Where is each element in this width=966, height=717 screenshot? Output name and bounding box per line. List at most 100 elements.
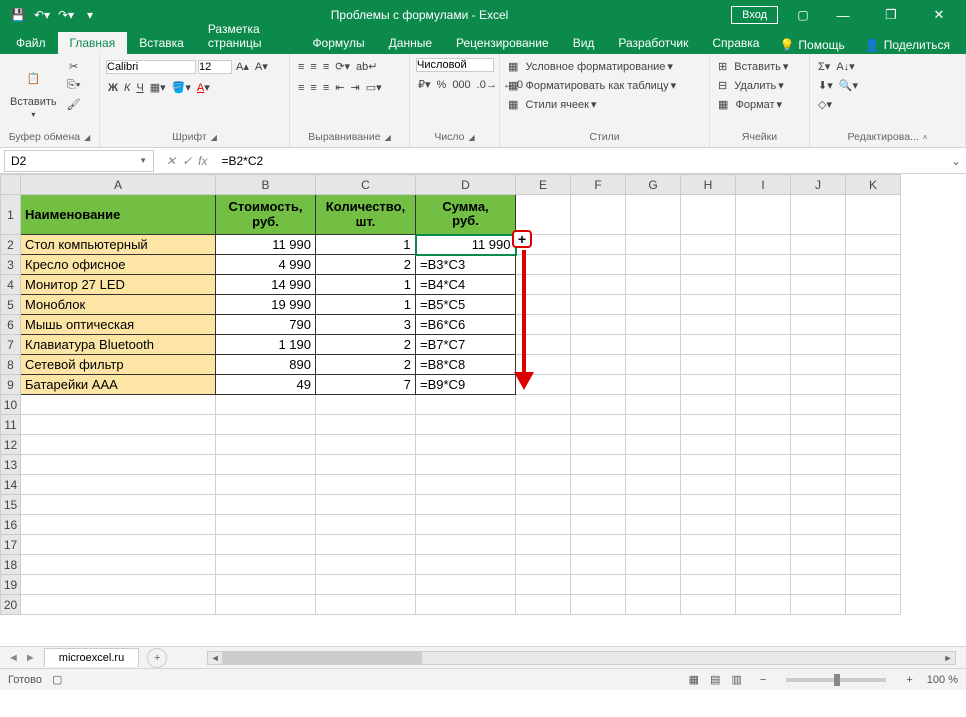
cell-A18[interactable]	[21, 555, 216, 575]
cell-E13[interactable]	[516, 455, 571, 475]
cell-F18[interactable]	[571, 555, 626, 575]
cell-G2[interactable]	[626, 235, 681, 255]
cell-A1[interactable]: Наименование	[21, 195, 216, 235]
cell-A8[interactable]: Сетевой фильтр	[21, 355, 216, 375]
cell-A7[interactable]: Клавиатура Bluetooth	[21, 335, 216, 355]
paste-button[interactable]: 📋 Вставить ▾	[6, 58, 61, 123]
cell-C6[interactable]: 3	[316, 315, 416, 335]
cell-A3[interactable]: Кресло офисное	[21, 255, 216, 275]
conditional-formatting-button[interactable]: ▦ Условное форматирование▾	[506, 58, 675, 75]
align-left-icon[interactable]: ≡	[296, 80, 306, 96]
cell-H1[interactable]	[681, 195, 736, 235]
cell-J5[interactable]	[791, 295, 846, 315]
cell-C12[interactable]	[316, 435, 416, 455]
row-header-3[interactable]: 3	[1, 255, 21, 275]
cell-B13[interactable]	[216, 455, 316, 475]
indent-left-icon[interactable]: ⇤	[333, 79, 346, 96]
ribbon-options-icon[interactable]: ▢	[788, 0, 818, 30]
qat-customize-icon[interactable]: ▾	[80, 5, 100, 25]
cell-B2[interactable]: 11 990	[216, 235, 316, 255]
cut-icon[interactable]: ✂	[65, 58, 83, 75]
sheet-nav-next-icon[interactable]: ►	[23, 652, 38, 664]
fx-icon[interactable]: fx	[198, 154, 207, 168]
cell-E15[interactable]	[516, 495, 571, 515]
scroll-thumb[interactable]	[222, 652, 422, 664]
cell-J4[interactable]	[791, 275, 846, 295]
cell-A15[interactable]	[21, 495, 216, 515]
cell-C10[interactable]	[316, 395, 416, 415]
scroll-right-icon[interactable]: ►	[941, 652, 955, 664]
cell-B10[interactable]	[216, 395, 316, 415]
cell-C1[interactable]: Количество,шт.	[316, 195, 416, 235]
cell-B12[interactable]	[216, 435, 316, 455]
cell-E12[interactable]	[516, 435, 571, 455]
cell-D16[interactable]	[416, 515, 516, 535]
formula-input[interactable]: =B2*C2	[215, 152, 946, 170]
cell-A17[interactable]	[21, 535, 216, 555]
row-header-8[interactable]: 8	[1, 355, 21, 375]
cell-C5[interactable]: 1	[316, 295, 416, 315]
cell-E19[interactable]	[516, 575, 571, 595]
cell-K13[interactable]	[846, 455, 901, 475]
shrink-font-icon[interactable]: A▾	[253, 58, 270, 75]
cell-J2[interactable]	[791, 235, 846, 255]
cell-G11[interactable]	[626, 415, 681, 435]
row-header-11[interactable]: 11	[1, 415, 21, 435]
align-center-icon[interactable]: ≡	[308, 80, 318, 96]
cell-I4[interactable]	[736, 275, 791, 295]
cell-H3[interactable]	[681, 255, 736, 275]
underline-button[interactable]: Ч	[134, 80, 145, 96]
cell-B19[interactable]	[216, 575, 316, 595]
view-page-break-icon[interactable]: ▥	[728, 672, 746, 688]
cell-A19[interactable]	[21, 575, 216, 595]
cell-G18[interactable]	[626, 555, 681, 575]
cell-J19[interactable]	[791, 575, 846, 595]
cell-I2[interactable]	[736, 235, 791, 255]
name-box[interactable]: D2 ▼	[4, 150, 154, 172]
col-header-C[interactable]: C	[316, 175, 416, 195]
cell-H18[interactable]	[681, 555, 736, 575]
cell-J11[interactable]	[791, 415, 846, 435]
cell-F12[interactable]	[571, 435, 626, 455]
grow-font-icon[interactable]: A▴	[234, 58, 251, 75]
cell-H9[interactable]	[681, 375, 736, 395]
cell-D15[interactable]	[416, 495, 516, 515]
fill-handle-icon[interactable]: +	[512, 230, 532, 248]
cell-F2[interactable]	[571, 235, 626, 255]
undo-icon[interactable]: ↶▾	[32, 5, 52, 25]
cell-K12[interactable]	[846, 435, 901, 455]
cell-A20[interactable]	[21, 595, 216, 615]
tab-file[interactable]: Файл	[4, 32, 58, 54]
italic-button[interactable]: К	[122, 80, 132, 96]
row-header-16[interactable]: 16	[1, 515, 21, 535]
cell-F20[interactable]	[571, 595, 626, 615]
cell-K6[interactable]	[846, 315, 901, 335]
cell-A6[interactable]: Мышь оптическая	[21, 315, 216, 335]
cell-J20[interactable]	[791, 595, 846, 615]
cell-C9[interactable]: 7	[316, 375, 416, 395]
cell-E11[interactable]	[516, 415, 571, 435]
cell-B5[interactable]: 19 990	[216, 295, 316, 315]
cell-J16[interactable]	[791, 515, 846, 535]
add-sheet-icon[interactable]: +	[147, 648, 167, 668]
cell-H4[interactable]	[681, 275, 736, 295]
cell-D2[interactable]: 11 990	[416, 235, 516, 255]
cell-I5[interactable]	[736, 295, 791, 315]
cell-A16[interactable]	[21, 515, 216, 535]
cell-F14[interactable]	[571, 475, 626, 495]
cell-F4[interactable]	[571, 275, 626, 295]
cell-E14[interactable]	[516, 475, 571, 495]
cell-D7[interactable]: =B7*C7	[416, 335, 516, 355]
cell-I18[interactable]	[736, 555, 791, 575]
font-size-input[interactable]	[198, 60, 232, 74]
cell-F7[interactable]	[571, 335, 626, 355]
cell-K2[interactable]	[846, 235, 901, 255]
row-header-15[interactable]: 15	[1, 495, 21, 515]
namebox-dropdown-icon[interactable]: ▼	[139, 156, 147, 165]
sheet-tab[interactable]: microexcel.ru	[44, 648, 139, 667]
cell-B16[interactable]	[216, 515, 316, 535]
number-format-select[interactable]	[416, 58, 494, 72]
align-middle-icon[interactable]: ≡	[308, 59, 318, 75]
cell-B14[interactable]	[216, 475, 316, 495]
cell-J13[interactable]	[791, 455, 846, 475]
